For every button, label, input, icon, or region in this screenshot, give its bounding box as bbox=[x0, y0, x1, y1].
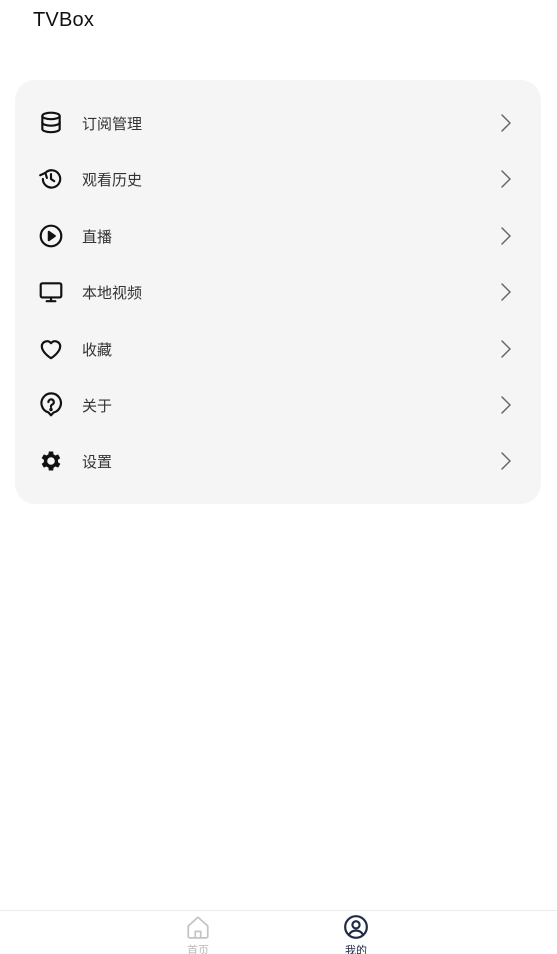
menu-item-local-video[interactable]: 本地视频 bbox=[15, 264, 541, 320]
user-circle-icon bbox=[343, 914, 369, 944]
chevron-right-icon bbox=[499, 169, 513, 189]
nav-label-mine: 我的 bbox=[345, 944, 367, 954]
chevron-right-icon bbox=[499, 395, 513, 415]
menu-item-settings[interactable]: 设置 bbox=[15, 433, 541, 489]
menu-item-subscription[interactable]: 订阅管理 bbox=[15, 95, 541, 151]
gear-icon bbox=[38, 448, 64, 474]
menu-item-label: 直播 bbox=[82, 227, 113, 246]
chevron-right-icon bbox=[499, 339, 513, 359]
menu-item-label: 设置 bbox=[82, 452, 113, 471]
menu-item-favorites[interactable]: 收藏 bbox=[15, 321, 541, 377]
heart-icon bbox=[38, 336, 64, 362]
menu-item-label: 关于 bbox=[82, 396, 113, 415]
app-root: TVBox 订阅管理 观看历史 直播 本地视频 收藏 关于 设置 首页 我的 bbox=[0, 0, 557, 954]
menu-item-label: 本地视频 bbox=[82, 283, 143, 302]
help-icon bbox=[38, 392, 64, 418]
monitor-icon bbox=[38, 279, 64, 305]
chevron-right-icon bbox=[499, 282, 513, 302]
menu-item-live[interactable]: 直播 bbox=[15, 208, 541, 264]
database-icon bbox=[38, 110, 64, 136]
menu-card: 订阅管理 观看历史 直播 本地视频 收藏 关于 设置 bbox=[15, 80, 541, 504]
nav-label-home: 首页 bbox=[187, 944, 209, 954]
menu-item-about[interactable]: 关于 bbox=[15, 377, 541, 433]
nav-tab-home[interactable]: 首页 bbox=[168, 914, 228, 954]
home-icon bbox=[185, 914, 211, 944]
chevron-right-icon bbox=[499, 226, 513, 246]
chevron-right-icon bbox=[499, 451, 513, 471]
app-title: TVBox bbox=[33, 9, 95, 31]
bottom-nav: 首页 我的 bbox=[0, 910, 557, 954]
menu-item-history[interactable]: 观看历史 bbox=[15, 151, 541, 207]
menu-item-label: 观看历史 bbox=[82, 170, 143, 189]
history-icon bbox=[38, 166, 64, 192]
chevron-right-icon bbox=[499, 113, 513, 133]
nav-tab-mine[interactable]: 我的 bbox=[326, 914, 386, 954]
play-circle-icon bbox=[38, 223, 64, 249]
menu-item-label: 订阅管理 bbox=[82, 114, 143, 133]
menu-item-label: 收藏 bbox=[82, 340, 113, 359]
